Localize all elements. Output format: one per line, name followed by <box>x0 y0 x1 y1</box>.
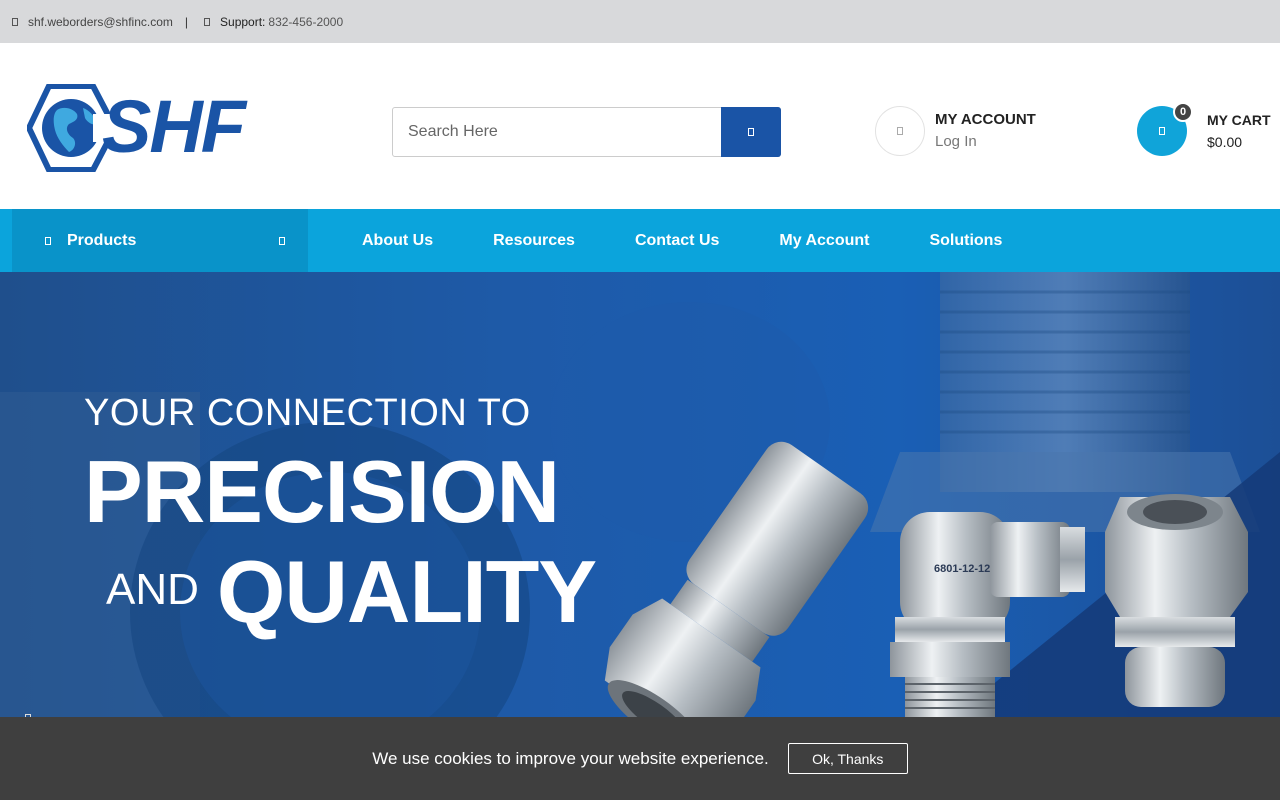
cart-icon <box>1159 127 1165 135</box>
fitting-marking: 6801-12-12 <box>934 563 991 575</box>
hero-headline-precision: PRECISION <box>84 442 560 541</box>
cart-count-badge: 0 <box>1173 102 1193 122</box>
cart-total: $0.00 <box>1207 134 1243 150</box>
user-icon <box>897 127 903 135</box>
site-logo[interactable]: SHF <box>27 84 299 172</box>
products-label: Products <box>67 231 137 249</box>
cart-widget[interactable]: 0 MY CART $0.00 <box>1137 102 1271 156</box>
products-menu-button[interactable]: Products <box>12 209 308 272</box>
account-text: MY ACCOUNT Log In <box>935 109 1036 153</box>
support-phone[interactable]: 832-456-2000 <box>268 15 343 29</box>
nav-contact-us[interactable]: Contact Us <box>635 232 719 250</box>
hero-quality: QUALITY <box>216 542 597 641</box>
nav-about-us[interactable]: About Us <box>362 232 433 250</box>
phone-icon <box>204 17 211 26</box>
search-input[interactable] <box>393 108 721 156</box>
account-icon-circle[interactable] <box>875 106 925 156</box>
account-title: MY ACCOUNT <box>935 111 1036 128</box>
cookie-message: We use cookies to improve your website e… <box>372 748 769 768</box>
account-widget[interactable]: MY ACCOUNT Log In <box>875 106 1036 156</box>
topbar-separator: | <box>184 14 189 29</box>
search-button[interactable] <box>721 107 781 157</box>
search-bar <box>392 107 781 157</box>
cart-icon-circle[interactable]: 0 <box>1137 102 1193 156</box>
contact-email[interactable]: shf.weborders@shfinc.com <box>28 15 173 29</box>
search-icon <box>748 128 754 136</box>
nav-solutions[interactable]: Solutions <box>929 232 1002 250</box>
nav-resources[interactable]: Resources <box>493 232 575 250</box>
support-label: Support: <box>220 14 266 29</box>
cookie-accept-button[interactable]: Ok, Thanks <box>787 743 908 774</box>
menu-icon <box>45 236 51 245</box>
hero-headline-line3: AND QUALITY <box>106 542 597 642</box>
login-link[interactable]: Log In <box>935 131 1036 153</box>
cart-text: MY CART $0.00 <box>1207 109 1271 153</box>
main-nav: Products About Us Resources Contact Us M… <box>0 209 1280 272</box>
site-header: SHF MY ACCOUNT Log In 0 MY CART $0.00 <box>0 43 1280 209</box>
envelope-icon <box>12 17 18 26</box>
hero-and: AND <box>106 565 199 614</box>
chevron-down-icon <box>279 237 285 245</box>
nav-links: About Us Resources Contact Us My Account… <box>362 209 1062 272</box>
logo-wordmark: SHF <box>102 85 246 168</box>
cookie-consent-bar: We use cookies to improve your website e… <box>0 717 1280 800</box>
cart-title: MY CART <box>1207 112 1271 128</box>
nav-my-account[interactable]: My Account <box>779 232 869 250</box>
top-bar: shf.weborders@shfinc.com | Support: 832-… <box>0 0 1280 43</box>
hero-headline-line1: YOUR CONNECTION TO <box>84 392 531 434</box>
